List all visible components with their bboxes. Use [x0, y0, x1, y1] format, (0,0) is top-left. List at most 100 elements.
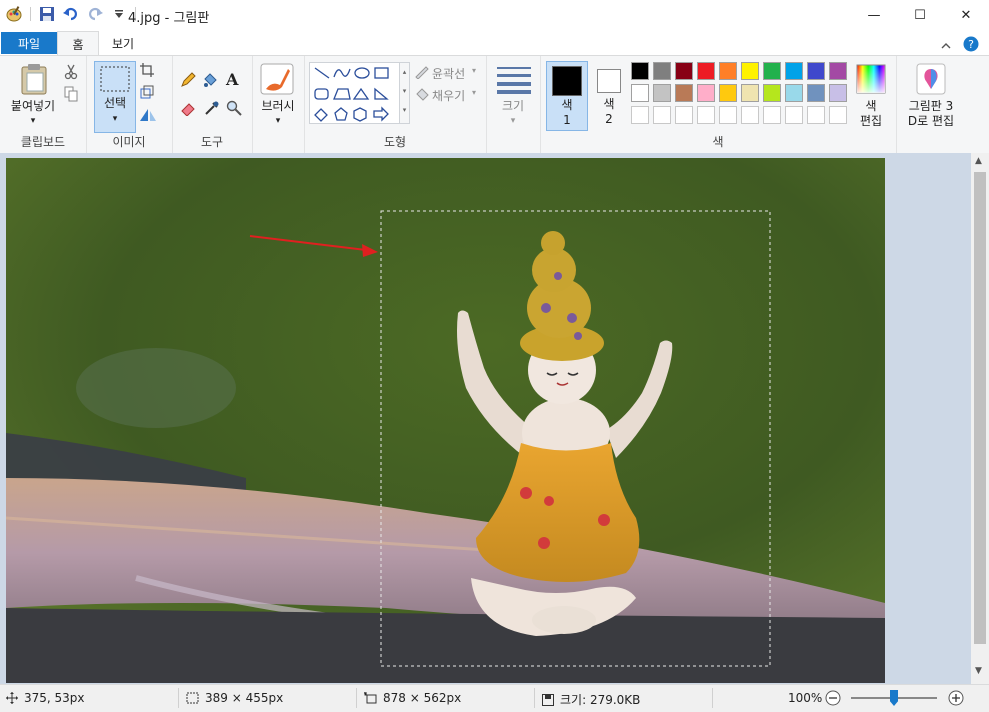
- size-group: 크기 ▾: [486, 56, 541, 153]
- palette-swatch[interactable]: [785, 106, 803, 124]
- clipboard-group-label: 클립보드: [20, 135, 66, 149]
- rotate-icon[interactable]: [138, 107, 160, 126]
- palette-swatch[interactable]: [719, 62, 737, 80]
- color-picker-icon[interactable]: [204, 100, 220, 119]
- palette-swatch[interactable]: [785, 62, 803, 80]
- brushes-button[interactable]: 브러시: [252, 99, 304, 113]
- fill-icon[interactable]: [414, 87, 430, 104]
- copy-icon[interactable]: [64, 86, 78, 105]
- color1-label-b: 1: [563, 113, 571, 127]
- palette-swatch[interactable]: [807, 106, 825, 124]
- size-button[interactable]: 크기: [486, 99, 540, 113]
- paint-app-icon[interactable]: [6, 6, 22, 22]
- zoom-slider[interactable]: [851, 690, 937, 706]
- cut-icon[interactable]: [64, 64, 78, 83]
- size-icon[interactable]: [497, 66, 531, 97]
- minimize-button[interactable]: —: [851, 0, 897, 31]
- brushes-dropdown-icon[interactable]: ▾: [273, 114, 283, 128]
- magnifier-icon[interactable]: [226, 100, 242, 119]
- palette-swatch[interactable]: [697, 62, 715, 80]
- shapes-scroll[interactable]: ▴ ▾ ▾: [399, 62, 410, 124]
- palette-swatch[interactable]: [697, 106, 715, 124]
- zoom-in-icon[interactable]: [948, 690, 964, 709]
- scroll-up-icon[interactable]: ▲: [975, 156, 982, 166]
- redo-icon[interactable]: [87, 6, 103, 22]
- paint3d-icon[interactable]: [916, 63, 946, 98]
- help-icon[interactable]: ?: [963, 36, 979, 55]
- palette-swatch[interactable]: [807, 84, 825, 102]
- canvas-area[interactable]: [0, 153, 971, 684]
- palette-swatch[interactable]: [719, 106, 737, 124]
- zoom-out-icon[interactable]: [825, 690, 841, 709]
- color2-label-a: 색: [603, 97, 615, 111]
- edit-colors-label-a[interactable]: 색: [852, 99, 890, 113]
- color2-button[interactable]: 색 2: [590, 61, 628, 129]
- shapes-gallery[interactable]: [309, 62, 401, 124]
- paint3d-label-2[interactable]: D로 편집: [896, 114, 966, 128]
- tools-group: A 도구: [172, 56, 253, 153]
- fill-dropdown-icon[interactable]: ▾: [472, 88, 476, 97]
- tab-file[interactable]: 파일: [1, 32, 57, 54]
- customize-qat-icon[interactable]: [111, 6, 127, 22]
- paint3d-label-1[interactable]: 그림판 3: [896, 99, 966, 113]
- palette-swatch[interactable]: [763, 84, 781, 102]
- crop-icon[interactable]: [140, 63, 154, 80]
- brush-icon[interactable]: [260, 63, 294, 98]
- palette-swatch[interactable]: [829, 62, 847, 80]
- palette-swatch[interactable]: [653, 84, 671, 102]
- eraser-icon[interactable]: [180, 100, 196, 119]
- fill-bucket-icon[interactable]: [202, 72, 218, 91]
- scroll-down-icon[interactable]: ▼: [975, 666, 982, 676]
- save-icon[interactable]: [39, 6, 55, 22]
- edit-colors-icon[interactable]: [856, 64, 886, 97]
- quick-access-toolbar: [6, 6, 136, 22]
- tab-home[interactable]: 홈: [57, 31, 99, 56]
- select-button[interactable]: 선택 ▾: [94, 61, 136, 133]
- paste-icon[interactable]: [20, 63, 48, 98]
- palette-swatch[interactable]: [763, 62, 781, 80]
- zoom-slider-thumb[interactable]: [890, 690, 898, 706]
- selection-size-icon: [186, 692, 199, 704]
- outline-icon[interactable]: [414, 65, 430, 82]
- palette-swatch[interactable]: [653, 62, 671, 80]
- color1-button[interactable]: 색 1: [546, 61, 588, 131]
- palette-swatch[interactable]: [719, 84, 737, 102]
- palette-swatch[interactable]: [741, 84, 759, 102]
- palette-swatch[interactable]: [741, 106, 759, 124]
- edit-colors-label-b[interactable]: 편집: [852, 114, 890, 128]
- text-tool-icon[interactable]: A: [226, 70, 238, 89]
- palette-swatch[interactable]: [675, 84, 693, 102]
- paste-button[interactable]: 붙여넣기: [6, 99, 60, 113]
- palette-swatch[interactable]: [829, 106, 847, 124]
- outline-dropdown-icon[interactable]: ▾: [472, 66, 476, 75]
- palette-swatch[interactable]: [631, 106, 649, 124]
- tab-view[interactable]: 보기: [100, 31, 146, 55]
- fill-button[interactable]: 채우기: [432, 87, 465, 104]
- paste-dropdown-icon[interactable]: ▾: [28, 114, 38, 128]
- palette-swatch[interactable]: [675, 106, 693, 124]
- palette-swatch[interactable]: [829, 84, 847, 102]
- image-canvas[interactable]: [6, 158, 885, 683]
- palette-swatch[interactable]: [785, 84, 803, 102]
- disk-icon: [542, 693, 554, 706]
- palette-swatch[interactable]: [631, 62, 649, 80]
- palette-swatch[interactable]: [697, 84, 715, 102]
- palette-swatch[interactable]: [807, 62, 825, 80]
- maximize-button[interactable]: ☐: [897, 0, 943, 31]
- size-dropdown-icon[interactable]: ▾: [508, 114, 518, 128]
- vertical-scrollbar[interactable]: ▲ ▼: [971, 153, 989, 684]
- close-button[interactable]: ✕: [943, 0, 989, 31]
- outline-button[interactable]: 윤곽선: [432, 65, 465, 82]
- svg-text:?: ?: [968, 38, 974, 51]
- undo-icon[interactable]: [63, 6, 79, 22]
- palette-swatch[interactable]: [653, 106, 671, 124]
- palette-swatch[interactable]: [631, 84, 649, 102]
- palette-swatch[interactable]: [741, 62, 759, 80]
- pencil-icon[interactable]: [180, 72, 196, 91]
- scroll-thumb[interactable]: [974, 172, 986, 644]
- palette-swatch[interactable]: [675, 62, 693, 80]
- minimize-ribbon-icon[interactable]: [941, 39, 951, 53]
- palette-swatch[interactable]: [763, 106, 781, 124]
- resize-icon[interactable]: [140, 85, 154, 102]
- select-dropdown-icon[interactable]: ▾: [110, 112, 120, 126]
